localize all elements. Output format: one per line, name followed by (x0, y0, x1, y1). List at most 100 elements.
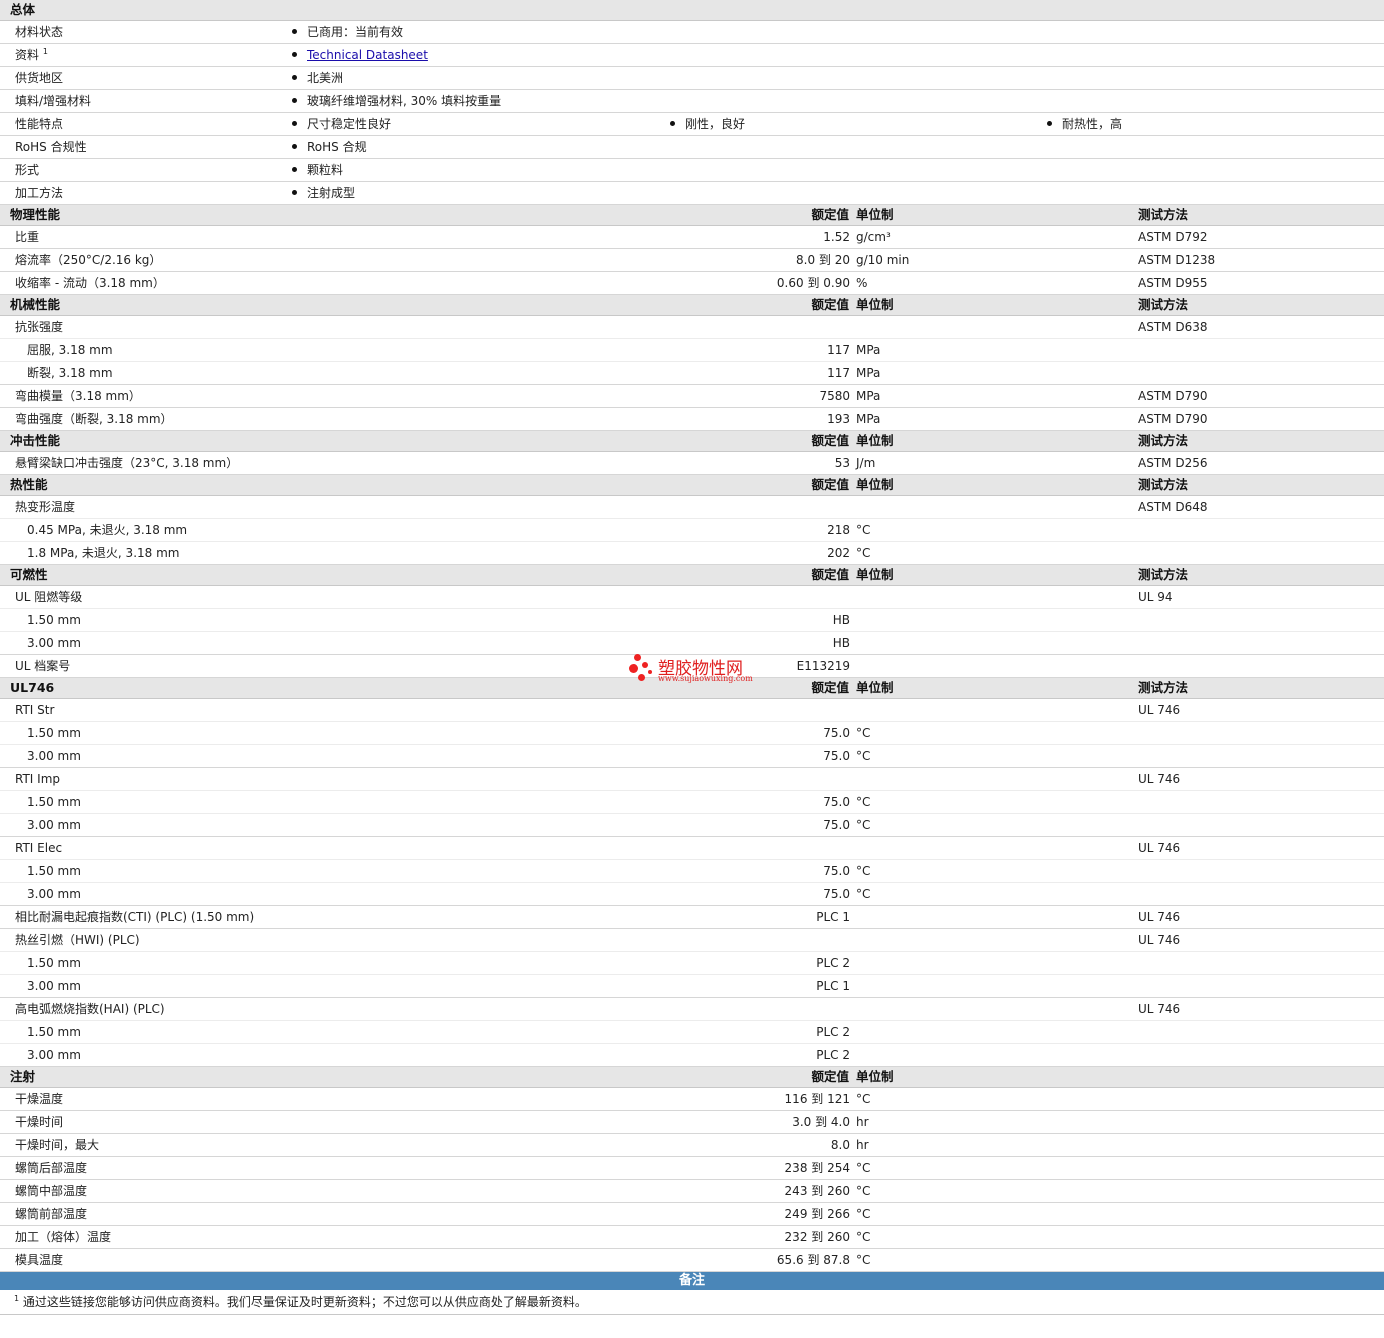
property-row: 抗张强度 ASTM D638 (0, 316, 1384, 339)
footnote-text: 1 通过这些链接您能够访问供应商资料。我们尽量保证及时更新资料；不过您可以从供应… (14, 1294, 587, 1309)
property-row: 相比耐漏电起痕指数(CTI) (PLC) (1.50 mm) PLC 1 UL 74… (0, 906, 1384, 929)
property-unit: MPa (856, 343, 881, 357)
test-column-header: 测试方法 (1138, 433, 1189, 448)
property-name: 供货地区 (15, 67, 63, 89)
bullet-icon (292, 52, 297, 57)
bullet-icon (670, 121, 675, 126)
value-column-header: 额定值 (811, 297, 849, 312)
test-method: ASTM D1238 (1138, 253, 1216, 267)
property-name: 干燥温度 (15, 1092, 64, 1106)
datasheet-link[interactable]: Technical Datasheet (307, 48, 428, 62)
property-name: RTI Str (15, 703, 55, 717)
property-row: 模具温度 65.6 到 87.8 °C (0, 1249, 1384, 1272)
property-name: 1.50 mm (27, 956, 81, 970)
property-name: 屈服, 3.18 mm (27, 343, 113, 357)
property-name: 3.00 mm (27, 749, 81, 763)
property-unit: °C (856, 864, 871, 878)
section-header: 物理性能 额定值 单位制 测试方法 (0, 205, 1384, 226)
property-unit: °C (856, 523, 871, 537)
property-value: 7580 (819, 389, 850, 403)
value-column-header: 额定值 (811, 207, 849, 222)
property-name: 热变形温度 (15, 500, 76, 514)
property-unit: °C (856, 1161, 871, 1175)
property-name: 悬臂梁缺口冲击强度（23°C, 3.18 mm） (15, 456, 239, 470)
property-name: 比重 (15, 230, 40, 244)
property-unit: °C (856, 1230, 871, 1244)
bullet-icon (292, 144, 297, 149)
general-row: 供货地区 北美洲 (0, 67, 1384, 90)
section-header-general: 总体 (0, 0, 1384, 21)
property-name: 弯曲强度（断裂, 3.18 mm） (15, 412, 173, 426)
property-name: 1.50 mm (27, 613, 81, 627)
section-title: 机械性能 (10, 297, 61, 312)
property-subrow: 3.00 mm PLC 2 (0, 1044, 1384, 1067)
unit-column-header: 单位制 (856, 477, 894, 492)
test-method: ASTM D792 (1138, 230, 1208, 244)
property-unit: °C (856, 1092, 871, 1106)
property-subrow: 1.50 mm 75.0 °C (0, 722, 1384, 745)
property-name: UL 档案号 (15, 659, 71, 673)
test-column-header: 测试方法 (1138, 207, 1189, 222)
property-value: HB (832, 636, 850, 650)
property-value: 193 (827, 412, 850, 426)
property-name: 3.00 mm (27, 818, 81, 832)
unit-column-header: 单位制 (856, 567, 894, 582)
general-row: 填料/增强材料 玻璃纤维增强材料, 30% 填料按重量 (0, 90, 1384, 113)
section-header: 可燃性 额定值 单位制 测试方法 (0, 565, 1384, 586)
property-value: 0.60 到 0.90 (776, 276, 850, 290)
property-value: PLC 2 (816, 1025, 850, 1039)
property-value: 8.0 (830, 1138, 850, 1152)
property-value: 3.0 到 4.0 (792, 1115, 850, 1129)
property-value: 53 (834, 456, 850, 470)
property-name: 3.00 mm (27, 1048, 81, 1062)
property-unit: g/cm³ (856, 230, 891, 244)
property-name: 1.50 mm (27, 726, 81, 740)
property-value: PLC 1 (816, 910, 850, 924)
property-unit: MPa (856, 389, 881, 403)
property-name: 收缩率 - 流动（3.18 mm） (15, 276, 165, 290)
test-method: UL 94 (1138, 590, 1173, 604)
property-value: 75.0 (823, 795, 850, 809)
value-column-header: 额定值 (811, 433, 849, 448)
property-value: 75.0 (823, 818, 850, 832)
property-value: 202 (827, 546, 850, 560)
unit-column-header: 单位制 (856, 1069, 894, 1084)
general-section: 总体 材料状态 已商用：当前有效 资料 1 Technical Datasheet 供货地… (0, 0, 1384, 205)
bullet-text: 已商用：当前有效 (307, 25, 404, 39)
property-value: 75.0 (823, 749, 850, 763)
test-method: ASTM D790 (1138, 389, 1208, 403)
property-subrow: 3.00 mm 75.0 °C (0, 745, 1384, 768)
property-name: 1.50 mm (27, 1025, 81, 1039)
property-name: 填料/增强材料 (15, 90, 91, 112)
property-name: 干燥时间，最大 (15, 1138, 100, 1152)
property-value: 232 到 260 (784, 1230, 850, 1244)
property-name-text: 形式 (15, 163, 40, 177)
unit-column-header: 单位制 (856, 433, 894, 448)
bullet-item: 北美洲 (292, 67, 343, 89)
property-name: 干燥时间 (15, 1115, 64, 1129)
test-method: UL 746 (1138, 772, 1181, 786)
property-row: RTI Str UL 746 (0, 699, 1384, 722)
bullet-text: 尺寸稳定性良好 (307, 117, 392, 131)
property-subrow: 3.00 mm 75.0 °C (0, 883, 1384, 906)
property-name: 抗张强度 (15, 320, 64, 334)
property-unit: °C (856, 726, 871, 740)
property-value: 116 到 121 (784, 1092, 850, 1106)
property-value: HB (832, 613, 850, 627)
property-value: PLC 2 (816, 1048, 850, 1062)
property-name: 1.8 MPa, 未退火, 3.18 mm (27, 546, 180, 560)
property-row: 弯曲强度（断裂, 3.18 mm） 193 MPa ASTM D790 (0, 408, 1384, 431)
watermark-url: www.sujiaowuxing.com (658, 674, 753, 683)
property-value: 249 到 266 (784, 1207, 850, 1221)
general-row: 加工方法 注射成型 (0, 182, 1384, 205)
property-unit: °C (856, 1253, 871, 1267)
property-name: 相比耐漏电起痕指数(CTI) (PLC) (1.50 mm) (15, 910, 255, 924)
property-row: 熔流率（250°C/2.16 kg） 8.0 到 20 g/10 min ASTM D… (0, 249, 1384, 272)
property-value: 75.0 (823, 726, 850, 740)
general-row: 材料状态 已商用：当前有效 (0, 21, 1384, 44)
property-subrow: 1.50 mm PLC 2 (0, 1021, 1384, 1044)
property-value: PLC 1 (816, 979, 850, 993)
property-name: 性能特点 (15, 113, 63, 135)
property-name: 1.50 mm (27, 795, 81, 809)
property-row: RTI Elec UL 746 (0, 837, 1384, 860)
